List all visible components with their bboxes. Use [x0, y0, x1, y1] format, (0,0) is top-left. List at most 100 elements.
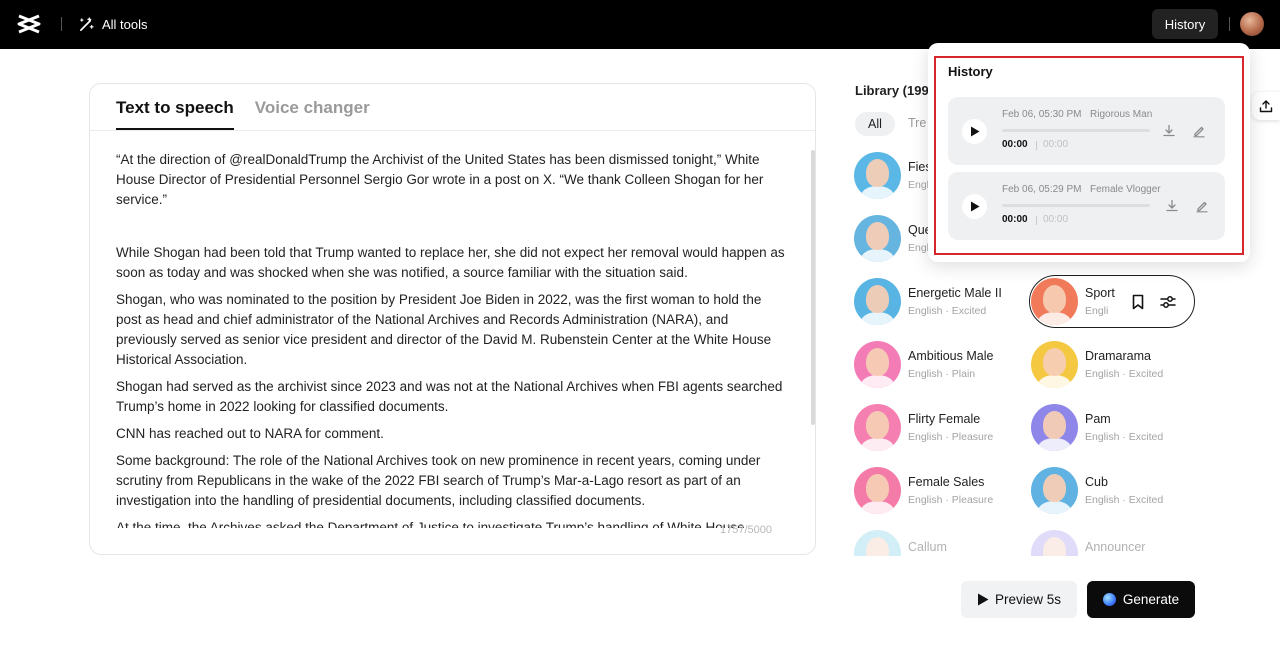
preview-label: Preview 5s — [994, 592, 1062, 607]
voice-avatar — [854, 152, 901, 199]
history-item[interactable]: Feb 06, 05:30 PM Rigorous Man 00:00 00:0… — [948, 97, 1225, 165]
filter-chip-all[interactable]: All — [855, 112, 895, 136]
generate-orb-icon — [1102, 593, 1116, 606]
topbar-divider-right — [1229, 17, 1230, 31]
user-avatar[interactable] — [1240, 12, 1264, 36]
filter-chip-trending[interactable]: Tre — [908, 116, 926, 130]
voice-name: Dramarama — [1085, 348, 1151, 363]
voice-meta: English · Pleasure — [908, 493, 994, 506]
library-title: Library (199) — [855, 83, 934, 98]
generate-label: Generate — [1122, 592, 1180, 607]
all-tools-button[interactable]: All tools — [79, 14, 148, 34]
play-icon — [970, 126, 979, 137]
capcut-logo-icon[interactable] — [17, 13, 41, 35]
history-item[interactable]: Feb 06, 05:29 PM Female Vlogger 00:00 00… — [948, 172, 1225, 240]
voice-avatar — [854, 530, 901, 556]
voice-item[interactable]: Energetic Male II English · Excited — [854, 278, 1002, 325]
edit-icon[interactable] — [1192, 124, 1206, 138]
voice-meta: English · Excited — [1085, 367, 1164, 380]
history-current-time: 00:00 — [1002, 139, 1028, 150]
bookmark-icon[interactable] — [1129, 293, 1147, 311]
voice-meta: English · Excited — [1085, 430, 1164, 443]
voice-item[interactable]: Female Sales English · Pleasure — [854, 467, 993, 514]
history-voice-name: Rigorous Man — [1090, 109, 1153, 120]
voice-item[interactable]: Fies Engli — [854, 152, 932, 199]
voice-avatar — [854, 467, 901, 514]
edit-icon[interactable] — [1195, 199, 1209, 213]
paragraph: Some background: The role of the Nationa… — [116, 453, 761, 508]
voice-name: Energetic Male II — [908, 285, 1002, 300]
character-count: 1757/5000 — [720, 524, 772, 536]
voice-avatar — [1031, 530, 1078, 556]
history-date: Feb 06, 05:29 PM — [1002, 184, 1082, 195]
voice-avatar — [1031, 341, 1078, 388]
history-play-button[interactable] — [962, 119, 987, 144]
voice-item[interactable]: Que Engl — [854, 215, 932, 262]
voice-item[interactable]: Callum — [854, 530, 947, 556]
tab-text-to-speech[interactable]: Text to speech — [116, 98, 234, 130]
voice-meta: English · Excited — [908, 304, 987, 317]
history-duration: 00:00 — [1043, 139, 1069, 150]
time-separator — [1036, 216, 1037, 225]
paragraph: Shogan, who was nominated to the positio… — [116, 292, 772, 367]
paragraph: CNN has reached out to NARA for comment. — [116, 426, 384, 441]
voice-meta: Engli — [1085, 304, 1109, 317]
time-separator — [1036, 141, 1037, 150]
upload-side-button[interactable] — [1252, 92, 1280, 120]
settings-sliders-icon[interactable] — [1159, 293, 1177, 311]
history-button[interactable]: History — [1152, 9, 1218, 39]
voice-name: Sport — [1085, 285, 1115, 300]
voice-avatar — [854, 215, 901, 262]
paragraph: Shogan had served as the archivist since… — [116, 379, 783, 414]
top-bar: All tools History — [0, 0, 1280, 49]
voice-item[interactable]: Dramarama English · Excited — [1031, 341, 1163, 388]
download-icon[interactable] — [1165, 199, 1179, 213]
voice-name: Cub — [1085, 474, 1108, 489]
voice-item[interactable]: Cub English · Excited — [1031, 467, 1163, 514]
paragraph: While Shogan had been told that Trump wa… — [116, 245, 785, 280]
voice-avatar — [854, 341, 901, 388]
tabs-divider — [90, 130, 815, 131]
voice-avatar — [1031, 404, 1078, 451]
history-progress-track[interactable] — [1002, 129, 1150, 132]
topbar-divider — [61, 17, 62, 31]
voice-item[interactable]: Ambitious Male English · Plain — [854, 341, 993, 388]
preview-button[interactable]: Preview 5s — [961, 581, 1077, 618]
play-icon — [970, 201, 979, 212]
voice-avatar — [854, 278, 901, 325]
history-duration: 00:00 — [1043, 214, 1069, 225]
download-icon[interactable] — [1162, 124, 1176, 138]
voice-item[interactable]: Pam English · Excited — [1031, 404, 1163, 451]
editor-scrollbar[interactable] — [811, 150, 815, 425]
magic-wand-icon — [80, 16, 94, 31]
history-voice-name: Female Vlogger — [1090, 184, 1161, 195]
voice-name: Callum — [908, 540, 947, 554]
generate-button[interactable]: Generate — [1087, 581, 1195, 618]
paragraph: “At the direction of @realDonaldTrump th… — [116, 152, 764, 207]
voice-meta: English · Excited — [1085, 493, 1164, 506]
voice-name: Ambitious Male — [908, 348, 994, 363]
voice-item[interactable]: Announcer — [1031, 530, 1145, 556]
voice-meta: English · Plain — [908, 367, 976, 380]
history-date: Feb 06, 05:30 PM — [1002, 109, 1082, 120]
tab-voice-changer[interactable]: Voice changer — [255, 98, 370, 130]
play-icon — [977, 593, 989, 606]
voice-name: Flirty Female — [908, 411, 981, 426]
voice-meta: English · Pleasure — [908, 430, 994, 443]
voice-item[interactable]: Sport Engli — [1031, 278, 1115, 325]
voice-avatar — [1031, 278, 1078, 325]
voice-name: Female Sales — [908, 474, 985, 489]
history-play-button[interactable] — [962, 194, 987, 219]
paragraph: At the time, the Archives asked the Depa… — [116, 520, 745, 528]
history-title: History — [948, 64, 993, 79]
script-textarea[interactable]: “At the direction of @realDonaldTrump th… — [116, 150, 786, 528]
text-editor-panel: Text to speech Voice changer “At the dir… — [89, 83, 816, 555]
history-progress-track[interactable] — [1002, 204, 1150, 207]
history-current-time: 00:00 — [1002, 214, 1028, 225]
voice-item[interactable]: Flirty Female English · Pleasure — [854, 404, 993, 451]
voice-avatar — [854, 404, 901, 451]
voice-name: Announcer — [1085, 540, 1146, 554]
voice-name: Pam — [1085, 411, 1111, 426]
editor-tabs: Text to speech Voice changer — [116, 98, 370, 130]
voice-avatar — [1031, 467, 1078, 514]
